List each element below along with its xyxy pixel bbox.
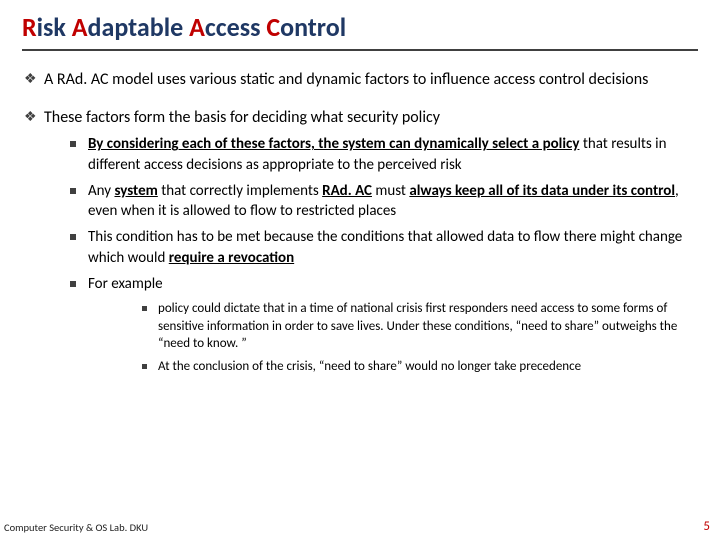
bullet-text: must bbox=[372, 182, 409, 200]
slide-title: Risk Adaptable Access Control bbox=[22, 12, 698, 51]
bullet-l3: At the conclusion of the crisis, “need t… bbox=[88, 358, 698, 376]
bullet-l2: By considering each of these factors, th… bbox=[44, 134, 698, 175]
sublist: By considering each of these factors, th… bbox=[44, 134, 698, 375]
underlined-text: require a revocation bbox=[169, 249, 294, 267]
underlined-text: By considering each of these factors, th… bbox=[88, 135, 579, 153]
slide: Risk Adaptable Access Control A RAd. AC … bbox=[0, 0, 720, 540]
title-letter: A bbox=[189, 11, 205, 43]
title-letter: R bbox=[22, 11, 37, 43]
footer-text: Computer Security & OS Lab. DKU bbox=[4, 521, 148, 534]
sublist: policy could dictate that in a time of n… bbox=[88, 300, 698, 375]
bullet-l2: For example policy could dictate that in… bbox=[44, 274, 698, 375]
title-text: ccess bbox=[205, 11, 266, 43]
underlined-text: always keep all of its data under its co… bbox=[409, 182, 675, 200]
underlined-text: RAd. AC bbox=[322, 182, 372, 200]
title-text: isk bbox=[37, 11, 72, 43]
bullet-l1: These factors form the basis for decidin… bbox=[22, 107, 698, 376]
bullet-text: At the conclusion of the crisis, “need t… bbox=[158, 359, 581, 374]
bullet-text: policy could dictate that in a time of n… bbox=[158, 301, 677, 351]
bullet-l1: A RAd. AC model uses various static and … bbox=[22, 69, 698, 91]
content: A RAd. AC model uses various static and … bbox=[22, 69, 698, 375]
page-number: 5 bbox=[703, 519, 710, 534]
bullet-text: Any bbox=[88, 182, 114, 200]
bullet-text: For example bbox=[88, 275, 163, 293]
bullet-text: These factors form the basis for decidin… bbox=[44, 108, 440, 127]
underlined-text: system bbox=[114, 182, 157, 200]
bullet-l2: Any system that correctly implements RAd… bbox=[44, 181, 698, 222]
bullet-l2: This condition has to be met because the… bbox=[44, 227, 698, 268]
bullet-l3: policy could dictate that in a time of n… bbox=[88, 300, 698, 353]
bullet-text: that correctly implements bbox=[158, 182, 322, 200]
title-text: ontrol bbox=[280, 11, 346, 43]
title-letter: A bbox=[72, 11, 88, 43]
title-letter: C bbox=[266, 11, 280, 43]
title-text: daptable bbox=[88, 11, 190, 43]
bullet-text: A RAd. AC model uses various static and … bbox=[44, 70, 648, 89]
